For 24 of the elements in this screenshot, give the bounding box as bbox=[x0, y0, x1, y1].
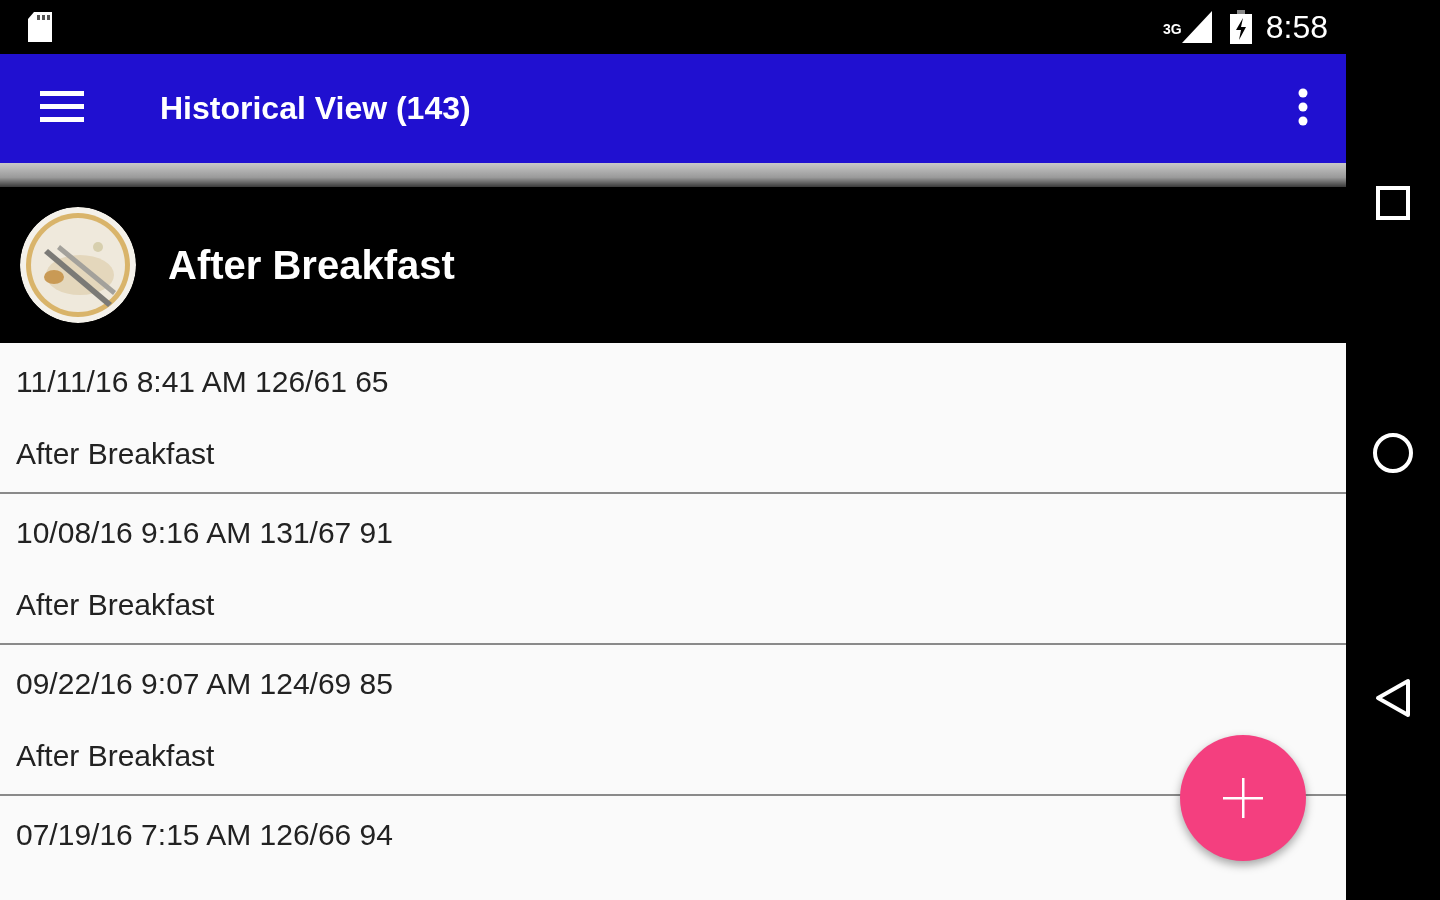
reading-text: 10/08/16 9:16 AM 131/67 91 bbox=[16, 516, 393, 550]
clock: 8:58 bbox=[1265, 8, 1328, 46]
recents-icon[interactable] bbox=[1376, 186, 1410, 220]
network-type-label: 3G bbox=[1163, 20, 1182, 37]
plus-icon bbox=[1223, 778, 1263, 818]
reading-row[interactable]: 11/11/16 8:41 AM 126/61 65 After Breakfast bbox=[0, 343, 1346, 494]
back-icon[interactable] bbox=[1375, 678, 1411, 718]
reading-text: 07/19/16 7:15 AM 126/66 94 bbox=[16, 818, 393, 852]
category-title: After Breakfast bbox=[168, 242, 455, 288]
category-text: After Breakfast bbox=[16, 588, 215, 622]
reading-row[interactable]: 10/08/16 9:16 AM 131/67 91 After Breakfast bbox=[0, 494, 1346, 645]
signal-icon bbox=[1181, 11, 1212, 43]
home-icon[interactable] bbox=[1372, 432, 1414, 474]
battery-icon bbox=[1229, 10, 1252, 44]
menu-icon bbox=[40, 91, 84, 123]
sd-card-icon bbox=[26, 12, 54, 42]
reading-row[interactable]: 07/19/16 7:15 AM 126/66 94 bbox=[0, 796, 1346, 900]
reading-text: 11/11/16 8:41 AM 126/61 65 bbox=[16, 365, 389, 399]
more-icon bbox=[1298, 88, 1308, 126]
reading-text: 09/22/16 9:07 AM 124/69 85 bbox=[16, 667, 393, 701]
category-text: After Breakfast bbox=[16, 739, 215, 773]
screen-title: Historical View (143) bbox=[160, 90, 472, 127]
category-text: After Breakfast bbox=[16, 437, 215, 471]
reading-row[interactable]: 09/22/16 9:07 AM 124/69 85 After Breakfast bbox=[0, 645, 1346, 796]
